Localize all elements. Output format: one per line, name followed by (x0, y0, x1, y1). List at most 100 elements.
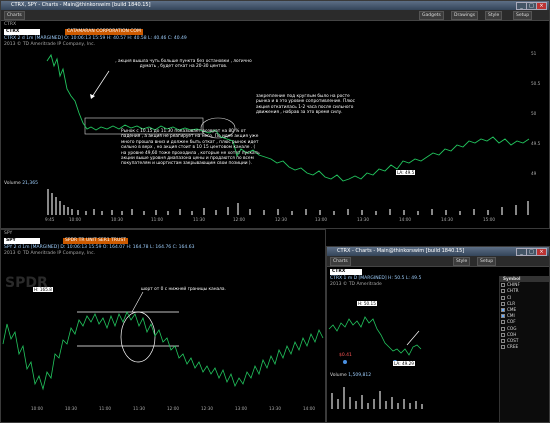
x-tick: 15:00 (483, 217, 496, 222)
panel-label: CTRX (4, 22, 17, 27)
x-tick: 10:00 (69, 217, 82, 222)
symbol-label: CMI (507, 313, 515, 319)
setup-button[interactable]: Setup (477, 257, 497, 266)
symbol-input[interactable]: CTRX (330, 269, 362, 275)
chart-info-line: SPY 2 d 1m [MARGINED] D: 10:06:13 15:59 … (4, 245, 195, 250)
close-button[interactable]: × (536, 2, 547, 10)
gadgets-button[interactable]: Gadgets (419, 11, 444, 20)
x-tick: 11:30 (193, 217, 206, 222)
checkbox[interactable] (501, 345, 505, 350)
symbol-label: COF (507, 319, 516, 325)
y-tick: 50.5 (531, 81, 541, 86)
y-axis: 51 50.5 50 49.5 49 (531, 41, 547, 181)
y-tick: 51 (531, 51, 537, 56)
x-tick: 12:00 (233, 217, 246, 222)
symbol-description: SPDR TR UNIT SER1 TRUST (63, 238, 128, 244)
setup-button[interactable]: Setup (513, 11, 533, 20)
symbol-description: CATAMARAN CORPORATION COM (65, 29, 143, 35)
panel-label: SPY (4, 231, 13, 236)
checkbox[interactable] (501, 320, 505, 325)
chart-toolbar: Charts Gadgets Drawings Style Setup (1, 10, 549, 21)
x-tick: 14:00 (399, 217, 412, 222)
checkbox[interactable] (501, 326, 505, 331)
symbol-input[interactable]: SPY (4, 238, 40, 244)
high-price-label: H: 165.8 (33, 287, 53, 292)
checkbox[interactable] (501, 314, 505, 319)
volume-histogram (47, 189, 529, 215)
x-tick: 10:00 (31, 406, 44, 411)
volume-label: Volume 21,365 (4, 181, 38, 186)
x-axis: 9:45 10:00 10:30 11:00 11:30 12:00 12:30… (1, 217, 533, 225)
price-change-marker: $0.41 (339, 353, 352, 358)
spy-price-chart (2, 291, 324, 391)
x-tick: 13:30 (357, 217, 370, 222)
window-titlebar[interactable]: CTRX - Charts - Main@thinkorswim [build … (327, 247, 549, 256)
spy-chart-window: SPY SPY SPDR TR UNIT SER1 TRUST SPY 2 d … (0, 229, 326, 423)
x-tick: 12:30 (275, 217, 288, 222)
checkbox[interactable] (501, 295, 505, 300)
symbol-label: CHTR (507, 288, 519, 294)
x-tick: 10:30 (111, 217, 124, 222)
x-tick: 14:00 (303, 406, 316, 411)
symbol-label: CME (507, 306, 517, 312)
annotation-right: закрепление под круглым было на росте ры… (256, 94, 355, 116)
close-button[interactable]: × (536, 248, 547, 256)
x-axis: 10:00 10:30 11:00 11:30 12:00 12:30 13:0… (1, 406, 325, 414)
style-button[interactable]: Style (485, 11, 503, 20)
annotation-arrow (91, 70, 110, 98)
charts-tab[interactable]: Charts (4, 11, 25, 20)
symbol-label: COG (507, 325, 517, 331)
checkbox[interactable] (501, 332, 505, 337)
high-price-label: H: 50.15 (357, 301, 377, 306)
checkbox[interactable] (501, 307, 505, 312)
x-tick: 11:00 (99, 406, 112, 411)
spy-price-line (2, 311, 324, 391)
annotation-top: , акция вышла чуть больше пункта без ост… (115, 59, 252, 70)
window-titlebar[interactable]: CTRX, SPY - Charts - Main@thinkorswim [b… (1, 1, 549, 10)
mini-volume-histogram (331, 387, 423, 409)
annotation-arrow (406, 330, 420, 346)
style-button[interactable]: Style (453, 257, 471, 266)
ctrx-chart-window: CTRX, SPY - Charts - Main@thinkorswim [b… (0, 0, 550, 229)
x-tick: 12:30 (201, 406, 214, 411)
short-entry-ellipse (120, 311, 156, 363)
copyright: 2013 © TD Ameritrade (330, 282, 382, 287)
chart-info-line: CTRX 1 m D [MARGINED] H: 50.5 L: 49.5 (330, 276, 422, 281)
checkbox[interactable] (501, 283, 505, 288)
checkbox[interactable] (501, 289, 505, 294)
x-tick: 10:30 (65, 406, 78, 411)
symbol-label: CLR (507, 300, 516, 306)
annotation-channel: шорт от 0 с нижней границы канала. (141, 287, 226, 292)
ctrx-mini-window: CTRX - Charts - Main@thinkorswim [build … (326, 246, 550, 423)
symbol-input[interactable]: CTRX (4, 29, 40, 35)
y-tick: 49.5 (531, 141, 541, 146)
annotation-arrowhead (90, 94, 95, 99)
window-title: CTRX - Charts - Main@thinkorswim [build … (337, 248, 465, 254)
last-price-label: LA: 49.5 (396, 170, 416, 175)
y-tick: 49 (531, 171, 537, 176)
x-tick: 9:45 (45, 217, 55, 222)
checkbox[interactable] (501, 338, 505, 343)
symbol-label: CHINF (507, 282, 520, 288)
symbol-label: CREE (507, 344, 519, 350)
last-price-label: LA: 49.29 (393, 361, 415, 366)
ctrx-mini-price-line (328, 316, 422, 356)
checkbox[interactable] (501, 301, 505, 306)
drawings-button[interactable]: Drawings (451, 11, 479, 20)
x-tick: 13:00 (235, 406, 248, 411)
watchlist-item[interactable]: CREE (500, 344, 549, 350)
event-marker (343, 360, 347, 364)
x-tick: 11:30 (133, 406, 146, 411)
symbol-label: COH (507, 331, 517, 337)
chart-toolbar: Charts Style Setup (327, 256, 549, 267)
volume-label: Volume 1,509,812 (330, 373, 372, 378)
watchlist-panel: Symbol CHINF CHTR CI CLR CME CMI COF COG… (499, 276, 549, 422)
x-tick: 13:00 (315, 217, 328, 222)
x-tick: 13:30 (269, 406, 282, 411)
x-tick: 12:00 (167, 406, 180, 411)
x-tick: 14:30 (441, 217, 454, 222)
charts-tab[interactable]: Charts (330, 257, 351, 266)
symbol-label: CI (507, 294, 512, 300)
y-tick: 50 (531, 111, 537, 116)
window-title: CTRX, SPY - Charts - Main@thinkorswim [b… (11, 2, 151, 8)
